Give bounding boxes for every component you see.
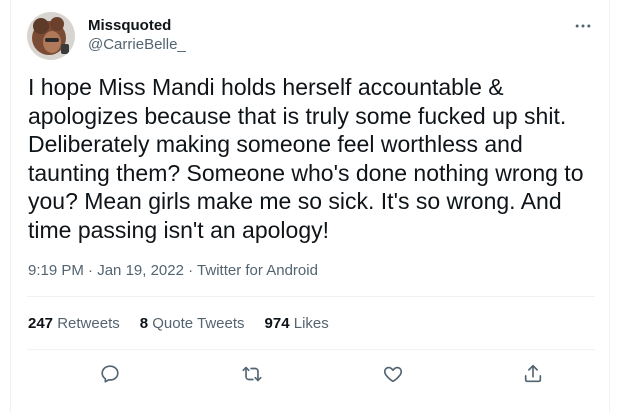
retweets-stat[interactable]: 247 Retweets xyxy=(28,315,120,333)
likes-stat[interactable]: 974 Likes xyxy=(265,315,329,333)
retweet-icon[interactable] xyxy=(241,363,265,387)
user-handle[interactable]: @CarrieBelle_ xyxy=(88,35,186,55)
tweet-meta: 9:19 PM · Jan 19, 2022 · Twitter for And… xyxy=(28,262,318,280)
quote-tweets-stat[interactable]: 8 Quote Tweets xyxy=(140,315,245,333)
display-name[interactable]: Missquoted xyxy=(88,17,186,35)
retweets-count: 247 xyxy=(28,315,54,332)
meta-separator: · xyxy=(183,262,198,279)
reply-icon[interactable] xyxy=(99,363,123,387)
quote-tweets-label: Quote Tweets xyxy=(152,315,245,332)
tweet-source[interactable]: Twitter for Android xyxy=(197,262,318,279)
tweet-actions xyxy=(27,359,595,391)
divider xyxy=(27,349,595,350)
likes-count: 974 xyxy=(264,315,290,332)
share-icon[interactable] xyxy=(522,363,546,387)
tweet-text: I hope Miss Mandi holds herself accounta… xyxy=(28,74,584,243)
tweet-time[interactable]: 9:19 PM xyxy=(28,262,84,279)
tweet-header: Missquoted @CarrieBelle_ xyxy=(27,12,595,64)
avatar[interactable] xyxy=(27,12,75,60)
tweet-date[interactable]: Jan 19, 2022 xyxy=(97,262,184,279)
tweet-card: Missquoted @CarrieBelle_ I hope Miss Man… xyxy=(10,0,610,413)
more-horizontal-icon[interactable] xyxy=(571,16,595,36)
divider xyxy=(27,296,595,297)
tweet-stats: 247 Retweets 8 Quote Tweets 974 Likes xyxy=(28,315,329,333)
user-names: Missquoted @CarrieBelle_ xyxy=(88,17,186,55)
likes-label: Likes xyxy=(293,315,329,332)
quote-tweets-count: 8 xyxy=(139,315,149,332)
meta-separator: · xyxy=(83,262,98,279)
heart-icon[interactable] xyxy=(382,363,406,387)
retweets-label: Retweets xyxy=(57,315,120,332)
